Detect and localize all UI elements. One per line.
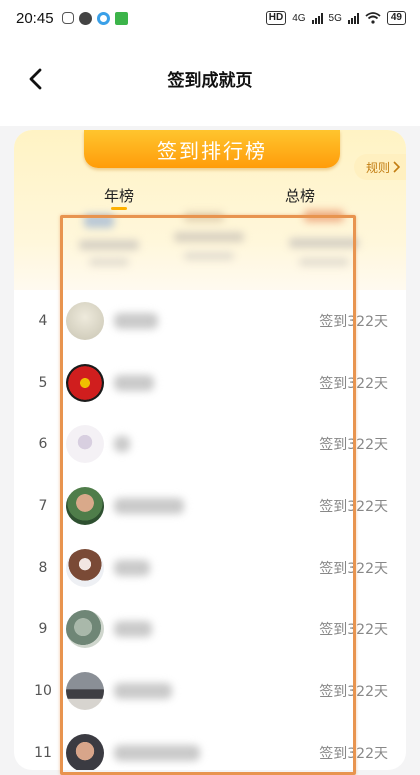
avatar: [66, 301, 104, 340]
checkin-days: 签到322天: [319, 498, 388, 515]
user-name-blurred: [114, 621, 152, 638]
rank-number: 10: [34, 682, 52, 699]
user-name-blurred: [114, 312, 158, 329]
list-item[interactable]: 8 签到322天: [14, 537, 406, 599]
system-status: HD 4G 5G 49: [265, 11, 406, 25]
leaderboard-ribbon: 签到排行榜: [84, 130, 340, 168]
user-name-blurred: [114, 682, 172, 699]
list-item[interactable]: 11 签到322天: [14, 722, 406, 770]
notification-icons: [61, 11, 128, 25]
podium-first: [164, 210, 254, 282]
user-name-blurred: [114, 559, 150, 576]
network-5g-label: 5G: [328, 12, 342, 24]
status-time: 20:45: [16, 9, 54, 27]
user-name-blurred: [114, 497, 184, 514]
avatar: [66, 363, 104, 402]
status-bar: 20:45 HD 4G 5G 49: [0, 0, 420, 36]
podium-second: [74, 210, 154, 282]
ranking-list: 4 签到322天 5 签到322天 6 签到322天 7 签到322天 8 签到…: [14, 290, 406, 770]
tab-yearly[interactable]: 年榜: [104, 185, 134, 206]
checkin-days: 签到322天: [319, 313, 388, 330]
checkin-days: 签到322天: [319, 375, 388, 392]
download-icon: [114, 11, 128, 25]
signal-icon: [347, 12, 359, 24]
signal-icon: [311, 12, 323, 24]
rank-number: 11: [34, 744, 52, 761]
user-name-blurred: [114, 744, 200, 761]
checkin-days: 签到322天: [319, 683, 388, 700]
rank-number: 8: [38, 559, 48, 576]
avatar: [66, 548, 104, 587]
list-item[interactable]: 9 签到322天: [14, 598, 406, 660]
checkin-days: 签到322天: [319, 437, 388, 454]
rank-number: 6: [38, 436, 48, 453]
user-name-blurred: [114, 374, 154, 391]
browser-icon: [96, 11, 110, 25]
page-title: 签到成就页: [167, 71, 253, 91]
leaderboard-title: 签到排行榜: [157, 138, 267, 163]
hd-icon: HD: [265, 11, 287, 25]
avatar: [66, 733, 104, 770]
list-item[interactable]: 7 签到322天: [14, 475, 406, 537]
tab-overall[interactable]: 总榜: [285, 185, 315, 206]
rules-label: 规则: [365, 160, 390, 175]
rules-link[interactable]: 规则: [353, 154, 406, 180]
avatar: [66, 610, 104, 649]
wifi-icon: [365, 12, 381, 24]
list-item[interactable]: 4 签到322天: [14, 290, 406, 352]
avatar: [66, 425, 104, 464]
leaderboard-header: 签到排行榜 规则 年榜 总榜: [14, 130, 406, 290]
rank-number: 5: [38, 374, 48, 391]
podium-third: [279, 210, 369, 282]
avatar: [66, 671, 104, 710]
checkin-days: 签到322天: [319, 622, 388, 639]
network-4g-label: 4G: [292, 12, 306, 24]
user-name-blurred: [114, 436, 130, 453]
compass-icon: [78, 11, 92, 25]
checkin-days: 签到322天: [319, 560, 388, 577]
list-item[interactable]: 5 签到322天: [14, 352, 406, 414]
list-item[interactable]: 10 签到322天: [14, 660, 406, 722]
chevron-right-icon: [393, 161, 400, 173]
battery-icon: 49: [386, 11, 406, 25]
rank-number: 9: [38, 621, 48, 638]
list-item[interactable]: 6 签到322天: [14, 413, 406, 475]
chat-app-icon: [61, 12, 74, 24]
nav-bar: 签到成就页: [0, 36, 420, 126]
rank-number: 7: [38, 497, 48, 514]
avatar: [66, 486, 104, 525]
rank-number: 4: [38, 312, 48, 329]
leaderboard-card: 签到排行榜 规则 年榜 总榜 4 签到322天 5 签到322天 6 签到322…: [14, 130, 406, 770]
